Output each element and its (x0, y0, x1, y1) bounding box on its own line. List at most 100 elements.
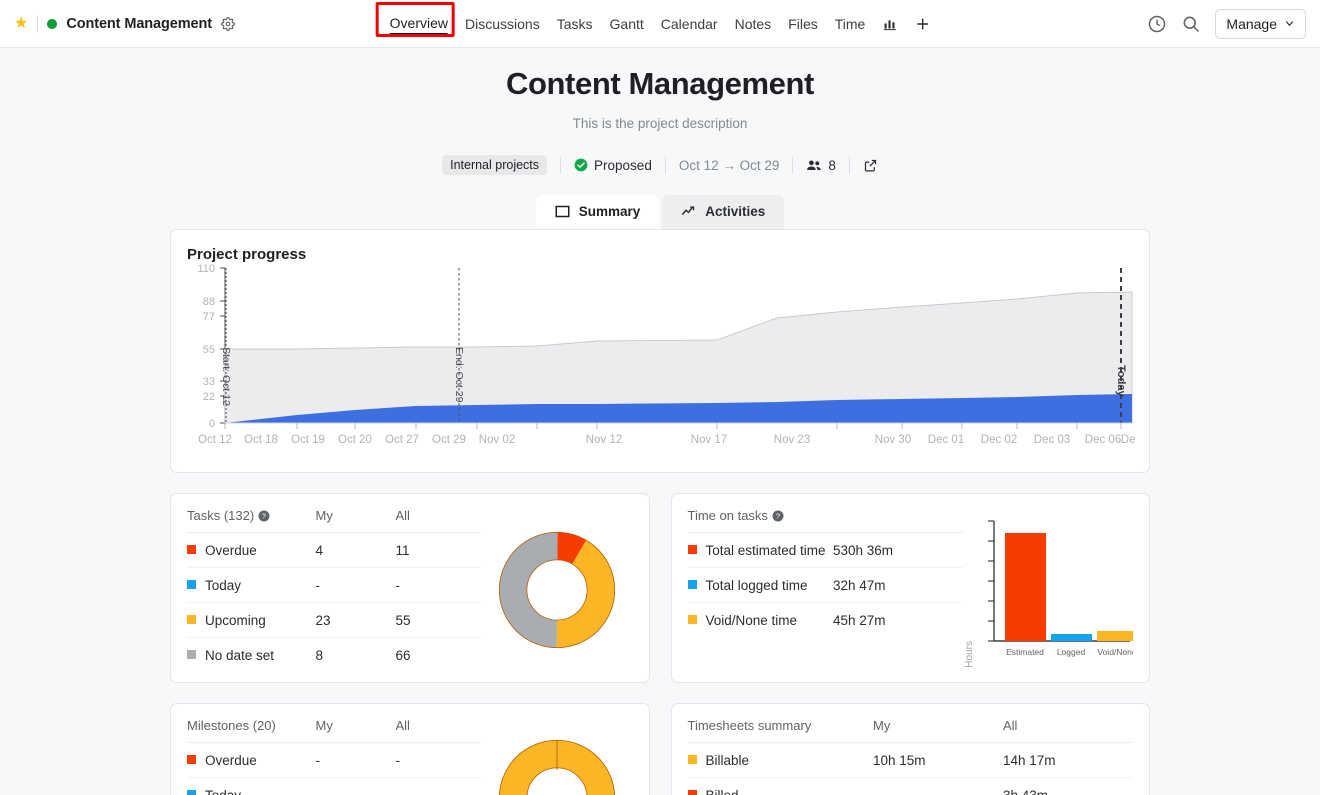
legend-swatch (187, 615, 196, 624)
tasks-overdue-all[interactable]: 11 (396, 533, 481, 568)
search-icon[interactable] (1181, 14, 1201, 34)
time-on-tasks-card: Time on tasks? Total estimated time 530h… (671, 493, 1151, 683)
svg-text:Nov 17: Nov 17 (691, 434, 727, 446)
legend-swatch (187, 545, 196, 554)
svg-text:Oct 29: Oct 29 (432, 434, 466, 446)
tab-summary[interactable]: Summary (536, 195, 660, 229)
timesheets-row-billed: Billed (688, 778, 874, 795)
x-axis-labels: Oct 12Oct 18 Oct 19Oct 20 Oct 27Oct 29 N… (198, 434, 1135, 446)
help-circle-icon[interactable]: ? (772, 510, 784, 522)
tasks-card: Tasks (132)? My All Overdue 4 11 Toda (170, 493, 650, 683)
time-table-wrap: Time on tasks? Total estimated time 530h… (688, 508, 964, 672)
bar-estimated (1005, 533, 1046, 641)
timesheets-table-wrap: Timesheets summary My All Billable 10h 1… (688, 718, 1134, 795)
svg-text:Nov 02: Nov 02 (479, 434, 515, 446)
tasks-no-date-my[interactable]: 8 (316, 638, 396, 673)
svg-text:Nov 30: Nov 30 (875, 434, 911, 446)
summary-row-1: Tasks (132)? My All Overdue 4 11 Toda (170, 493, 1150, 683)
tasks-row-today: Today (187, 568, 316, 603)
nav-item-files[interactable]: Files (788, 14, 818, 34)
row-label: Today (205, 578, 241, 593)
start-marker-label: Start: Oct 12 (220, 347, 232, 406)
gear-icon[interactable] (221, 17, 235, 31)
row-label: Today (205, 788, 241, 795)
milestones-today-all: - (396, 778, 481, 795)
tab-summary-label: Summary (579, 204, 641, 219)
tab-activities[interactable]: Activities (662, 195, 784, 229)
milestones-donut-chart[interactable] (499, 740, 615, 795)
tasks-today-my: - (316, 568, 396, 603)
people-count: 8 (828, 158, 836, 173)
top-navigation-bar: ★ Content Management Overview Discussion… (0, 0, 1320, 48)
nav-item-notes[interactable]: Notes (735, 14, 772, 34)
tasks-upcoming-all[interactable]: 55 (396, 603, 481, 638)
tasks-overdue-my[interactable]: 4 (316, 533, 396, 568)
project-people[interactable]: 8 (806, 158, 836, 173)
people-icon (806, 159, 822, 172)
svg-text:Nov 12: Nov 12 (586, 434, 622, 446)
milestones-table: Milestones (20) My All Overdue - - To (187, 718, 481, 795)
legend-swatch (688, 580, 697, 589)
nav-item-time[interactable]: Time (835, 14, 866, 34)
milestones-col-my: My (316, 718, 396, 743)
time-title: Time on tasks? (688, 508, 964, 533)
svg-text:Logged: Logged (1056, 647, 1085, 657)
svg-text:Nov 23: Nov 23 (774, 434, 810, 446)
status-badge[interactable]: Proposed (574, 158, 652, 173)
svg-text:Estimated: Estimated (1006, 647, 1044, 657)
svg-text:?: ? (776, 512, 780, 521)
table-row: Today - - (187, 778, 481, 795)
help-circle-icon[interactable] (1147, 14, 1167, 34)
nav-item-overview[interactable]: Overview (390, 13, 448, 35)
project-status-dot-icon (47, 19, 57, 29)
svg-text:?: ? (262, 512, 266, 521)
legend-swatch (688, 545, 697, 554)
plus-icon[interactable] (914, 16, 930, 32)
chevron-down-icon (1284, 18, 1295, 29)
table-row: Total logged time 32h 47m (688, 568, 964, 603)
row-label: No date set (205, 648, 274, 663)
milestones-overdue-my: - (316, 743, 396, 778)
divider (37, 15, 38, 33)
tasks-title-label: Tasks (132) (187, 508, 254, 523)
nav-item-tasks[interactable]: Tasks (557, 14, 593, 34)
table-row: Upcoming 23 55 (187, 603, 481, 638)
svg-text:Dec 03: Dec 03 (1034, 434, 1070, 446)
timesheets-billed-all: 3h 43m (1003, 778, 1133, 795)
legend-swatch (187, 755, 196, 764)
nav-item-discussions[interactable]: Discussions (465, 14, 540, 34)
svg-text:0: 0 (209, 418, 215, 430)
table-icon (555, 204, 570, 219)
timesheets-billable-my: 10h 15m (873, 743, 1003, 778)
legend-swatch (688, 755, 697, 764)
star-icon[interactable]: ★ (14, 16, 28, 32)
nav-item-gantt[interactable]: Gantt (610, 14, 644, 34)
project-category-chip[interactable]: Internal projects (442, 155, 547, 175)
table-row: Total estimated time 530h 36m (688, 533, 964, 568)
project-dates[interactable]: Oct 12 → Oct 29 (679, 158, 780, 173)
nav-item-calendar[interactable]: Calendar (661, 14, 718, 34)
milestones-row-today: Today (187, 778, 316, 795)
manage-button[interactable]: Manage (1215, 9, 1306, 39)
project-progress-chart[interactable]: 110 88 77 55 33 22 0 (187, 263, 1135, 463)
table-row: Billed - 3h 43m (688, 778, 1134, 795)
tasks-no-date-all[interactable]: 66 (396, 638, 481, 673)
main-nav: Overview Discussions Tasks Gantt Calenda… (390, 13, 931, 35)
project-name-label[interactable]: Content Management (66, 16, 212, 32)
external-link-icon[interactable] (863, 158, 878, 173)
svg-text:Dec 06: Dec 06 (1085, 434, 1121, 446)
svg-text:77: 77 (203, 311, 215, 323)
divider (792, 157, 793, 174)
tasks-upcoming-my[interactable]: 23 (316, 603, 396, 638)
tasks-col-all: All (396, 508, 481, 533)
time-row-logged: Total logged time (688, 568, 834, 603)
bar-chart-y-axis-label: Hours (964, 607, 975, 668)
help-circle-icon[interactable]: ? (258, 510, 270, 522)
time-title-label: Time on tasks (688, 508, 768, 523)
tasks-donut-chart[interactable] (499, 532, 615, 648)
time-bar-chart[interactable]: Hours (964, 513, 1133, 668)
milestones-col-all: All (396, 718, 481, 743)
tasks-row-overdue: Overdue (187, 533, 316, 568)
svg-text:Oct 27: Oct 27 (385, 434, 419, 446)
bar-chart-icon[interactable] (882, 16, 897, 31)
